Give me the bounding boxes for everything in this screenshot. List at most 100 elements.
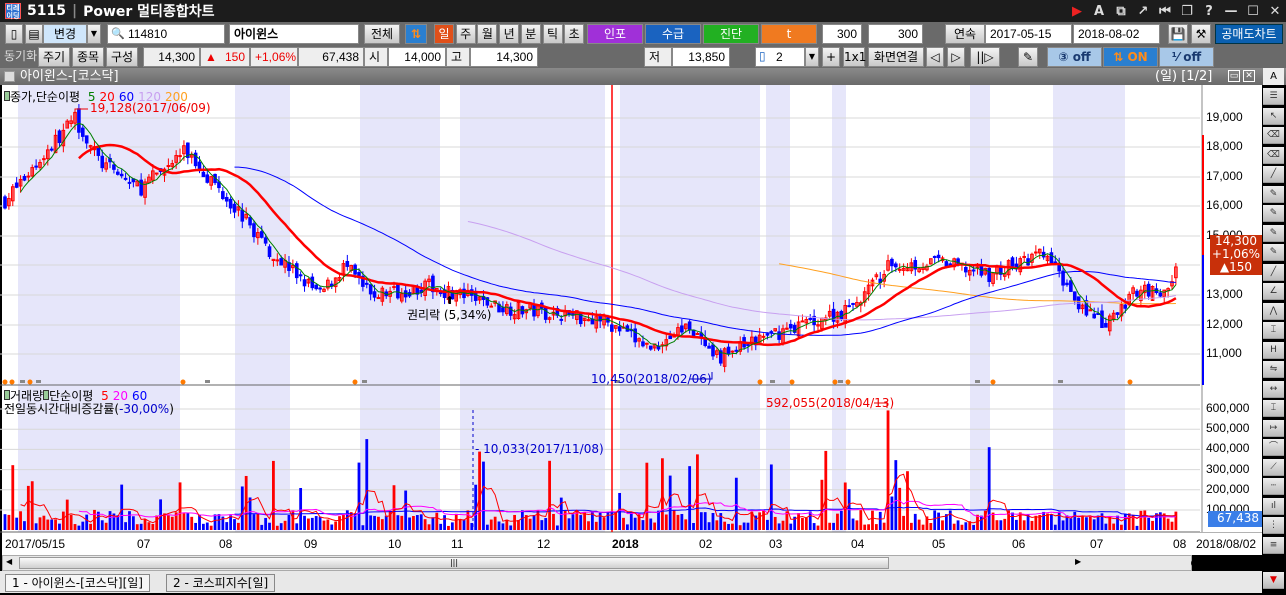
screen-link-button[interactable]: 화면연결 <box>868 47 924 67</box>
settings-icon[interactable]: ⚒ <box>1191 24 1211 44</box>
period-tab-6[interactable]: 초 <box>564 24 585 44</box>
volume-bar <box>1143 510 1147 530</box>
restore-icon[interactable]: ❐ <box>1176 4 1198 19</box>
toggle-fraction-button[interactable]: ⅟ off <box>1159 47 1214 67</box>
zigzag-tool-icon[interactable]: ⋀ <box>1263 302 1284 320</box>
tab-chart-1[interactable]: 1 - 아이윈스-[코스닥][일] <box>5 574 150 592</box>
arrows-tool-icon[interactable]: ↔ <box>1263 380 1284 398</box>
pencil-v-tool-icon[interactable]: ✎ <box>1263 205 1284 222</box>
period-tab-5[interactable]: 틱 <box>542 24 563 44</box>
chart-checkbox[interactable] <box>4 71 15 82</box>
more-tools-icon[interactable]: ▼ <box>1263 572 1284 589</box>
candle <box>205 174 210 183</box>
count-input-1[interactable]: 300 <box>822 24 862 44</box>
trend-line-tool-icon[interactable]: ╱ <box>1263 166 1284 183</box>
layout-dropdown-icon[interactable]: ▼ <box>805 47 819 67</box>
period-tab-0[interactable]: 일 <box>434 24 454 44</box>
sync-period-button[interactable]: 주기 <box>38 47 70 67</box>
v-range-tool-icon[interactable]: ⌶ <box>1263 400 1284 417</box>
end-date-picker[interactable]: 2018-08-02 <box>1073 24 1160 44</box>
restore-chart-icon[interactable]: ▭ <box>1228 70 1240 82</box>
fibo-ret-tool-icon[interactable]: ┄ <box>1263 478 1284 495</box>
scroll-thumb[interactable]: ||| <box>19 557 889 569</box>
candle <box>1146 283 1151 297</box>
h-measure-tool-icon[interactable]: ↦ <box>1263 419 1284 437</box>
tool-icon[interactable]: ⚒ <box>1241 556 1252 570</box>
adjusted-price-toggle[interactable]: ⇅ <box>405 24 427 44</box>
line-tool-icon[interactable]: ╱ <box>1263 263 1284 281</box>
toggle-3-button[interactable]: ③ off <box>1047 47 1102 67</box>
next-icon[interactable]: ▷ <box>947 47 965 67</box>
volume-bar <box>979 515 983 530</box>
candle <box>166 165 171 168</box>
fibo-time-tool-icon[interactable]: ⋮ <box>1263 517 1284 534</box>
toggle-adjusted-button[interactable]: ⇅ ON <box>1103 47 1158 67</box>
candle <box>392 286 396 289</box>
scroll-right-icon[interactable]: ▶ <box>1075 557 1081 566</box>
horizontal-scrollbar[interactable]: ◀ ||| ▶ <box>2 555 1192 571</box>
start-date-picker[interactable]: 2017-05-15 <box>985 24 1072 44</box>
help-icon[interactable]: ? <box>1198 4 1220 19</box>
list-tool-icon[interactable]: ☰ <box>1263 88 1284 105</box>
h-bracket-tool-icon[interactable]: H <box>1263 341 1284 359</box>
pencil-hv-tool-icon[interactable]: ✎ <box>1263 224 1284 242</box>
pencil-tool-icon[interactable]: ✎ <box>1263 244 1284 261</box>
angle-tool-icon[interactable]: ∠ <box>1263 283 1284 300</box>
zoom-out-icon[interactable]: ⊖ <box>1207 556 1217 570</box>
diagnosis-button[interactable]: 진단 <box>703 24 759 44</box>
eraser-tool-icon[interactable]: ⌫ <box>1263 146 1284 164</box>
add-icon[interactable]: + <box>822 47 840 67</box>
me-fd-tool-icon[interactable]: ≡ <box>1263 536 1284 554</box>
continuous-button[interactable]: 연속 <box>945 24 985 44</box>
short-selling-chart-button[interactable]: 공매도차트 <box>1215 24 1283 44</box>
fast-forward-icon[interactable]: ||▷ <box>970 47 1000 67</box>
h-range-tool-icon[interactable]: ⌶ <box>1263 322 1284 339</box>
level-tool-icon[interactable]: ⇋ <box>1263 361 1284 378</box>
period-tab-1[interactable]: 주 <box>455 24 476 44</box>
fibo-bar-tool-icon[interactable]: ıl <box>1263 497 1284 515</box>
prev-icon[interactable]: ◁ <box>926 47 944 67</box>
volume-bar <box>287 515 291 530</box>
text-tool-icon[interactable]: A <box>1263 68 1284 85</box>
sync-config-button[interactable]: 구성 <box>106 47 138 67</box>
period-tab-3[interactable]: 년 <box>499 24 520 44</box>
period-tab-2[interactable]: 월 <box>477 24 498 44</box>
count-input-2[interactable]: 300 <box>868 24 923 44</box>
close-chart-icon[interactable]: ✕ <box>1243 70 1255 82</box>
candle <box>800 320 805 323</box>
volume-bar <box>1170 521 1174 530</box>
pen-icon[interactable]: ✎ <box>1018 47 1038 67</box>
tab-chart-2[interactable]: 2 - 코스피지수[일] <box>166 574 276 592</box>
minimize-icon[interactable]: — <box>1220 4 1242 19</box>
change-button[interactable]: 변경 <box>43 24 87 44</box>
erase-all-tool-icon[interactable]: ⌫ <box>1263 127 1284 144</box>
cursor-tool-icon[interactable]: ↖ <box>1263 107 1284 125</box>
pin-icon[interactable]: ⏮ <box>1154 4 1176 19</box>
stock-name-field[interactable]: 아이윈스 <box>229 24 359 44</box>
pencil-h-tool-icon[interactable]: ✎ <box>1263 185 1284 203</box>
new-window-icon[interactable]: ⧉ <box>1110 4 1132 19</box>
fibo-fan-tool-icon[interactable]: ⟋ <box>1263 458 1284 476</box>
play-icon[interactable]: ▶ <box>1066 4 1088 19</box>
period-tab-4[interactable]: 분 <box>520 24 541 44</box>
save-icon[interactable]: 💾 <box>1168 24 1188 44</box>
chart-canvas[interactable]: ⬆ <box>0 85 1262 555</box>
maximize-icon[interactable]: ☐ <box>1242 4 1264 19</box>
popout-icon[interactable]: ↗ <box>1132 4 1154 19</box>
t-button[interactable]: t <box>761 24 817 44</box>
info-button[interactable]: 인포 <box>587 24 643 44</box>
close-icon[interactable]: ✕ <box>1264 4 1286 19</box>
font-icon[interactable]: A <box>1088 4 1110 19</box>
volume-bar <box>699 512 703 530</box>
search-icon[interactable]: 🔍 <box>111 27 125 40</box>
zoom-in-icon[interactable]: ⊕ <box>1190 556 1200 570</box>
fibo-arc-tool-icon[interactable]: ⌒ <box>1263 439 1284 456</box>
one-by-one-button[interactable]: 1x1 <box>843 47 866 67</box>
all-button[interactable]: 전체 <box>364 24 400 44</box>
sync-item-button[interactable]: 종목 <box>72 47 104 67</box>
scroll-left-icon[interactable]: ◀ <box>6 557 12 566</box>
change-dropdown-icon[interactable]: ▼ <box>87 24 101 44</box>
panel-toggle-icon[interactable]: ▯ <box>5 24 23 44</box>
supply-button[interactable]: 수급 <box>645 24 701 44</box>
layout-icon[interactable]: ▤ <box>25 24 43 44</box>
